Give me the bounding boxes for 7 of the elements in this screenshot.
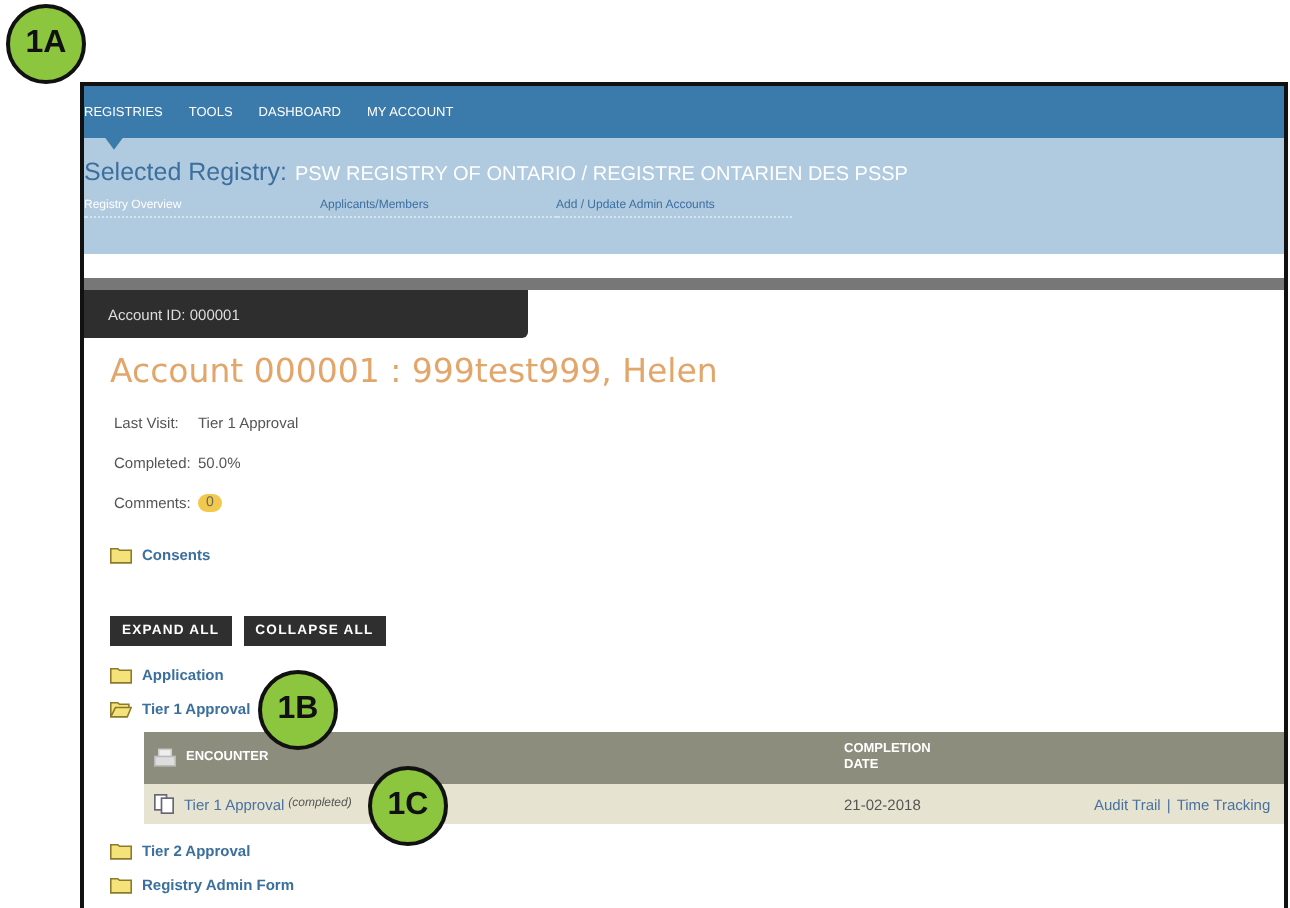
callout-marker: 1A <box>6 4 86 84</box>
documents-icon <box>154 794 174 814</box>
account-heading: Account 000001 : 999test999, Helen <box>110 352 720 390</box>
registry-label: Selected Registry: <box>84 158 287 186</box>
printer-icon <box>154 748 176 768</box>
callout-marker: 1B <box>258 670 338 750</box>
registry-name: PSW REGISTRY OF ONTARIO / REGISTRE ONTARIEN DES PSSP <box>294 164 908 186</box>
